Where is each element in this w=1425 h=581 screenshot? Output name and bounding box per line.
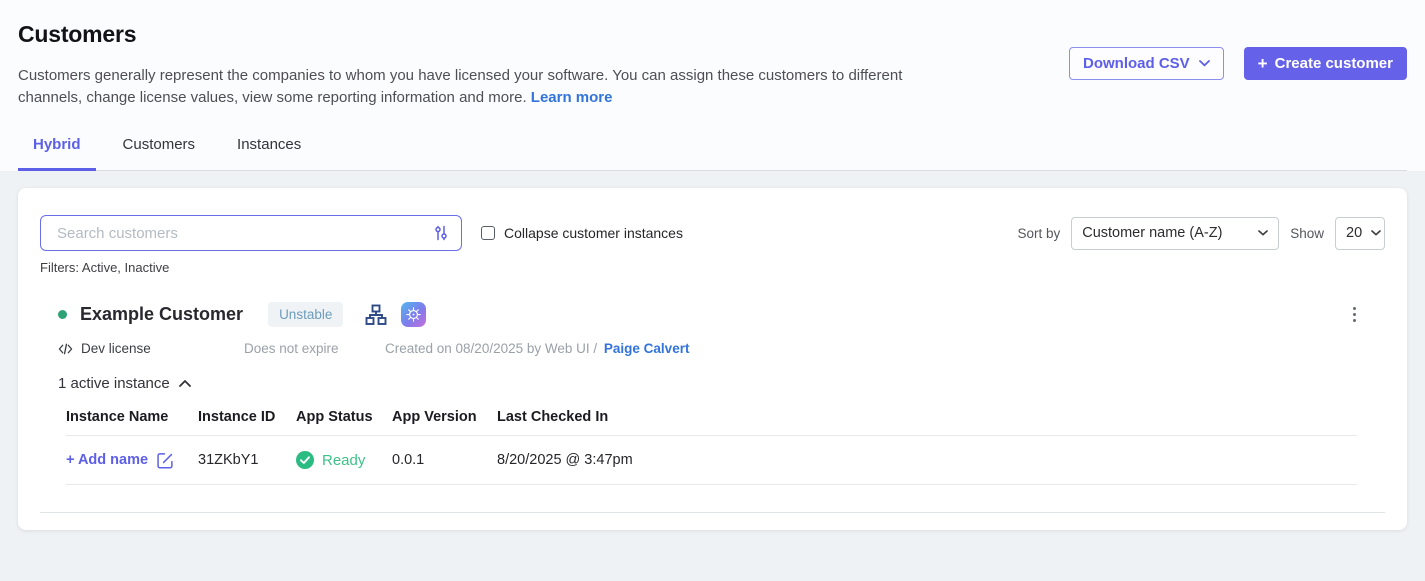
app-status-cell: Ready: [296, 451, 392, 469]
license-type: Dev license: [58, 341, 244, 356]
created-text: Created on 08/20/2025 by Web UI /: [385, 341, 597, 356]
customer-block: Example Customer Unstable: [58, 302, 1385, 485]
search-wrap: [40, 215, 462, 251]
search-input[interactable]: [40, 215, 462, 251]
page-title: Customers: [18, 0, 1407, 48]
instance-id-cell: 31ZKbY1: [198, 452, 296, 468]
filters-note: Filters: Active, Inactive: [40, 260, 1385, 275]
tab-customers[interactable]: Customers: [108, 136, 211, 171]
show-select-value: 20: [1346, 225, 1362, 241]
create-customer-button[interactable]: + Create customer: [1244, 47, 1407, 80]
kubernetes-icon: [401, 302, 426, 327]
edit-pencil-icon[interactable]: [157, 452, 174, 469]
created-info: Created on 08/20/2025 by Web UI / Paige …: [385, 341, 689, 356]
toolbar-right: Sort by Customer name (A-Z) Show 20: [1017, 217, 1385, 250]
tab-instances[interactable]: Instances: [222, 136, 316, 171]
instances-summary-toggle[interactable]: 1 active instance: [58, 375, 1385, 392]
col-app-status: App Status: [296, 409, 392, 425]
create-customer-label: Create customer: [1275, 55, 1393, 72]
chevron-down-icon: [1371, 230, 1381, 236]
table-row: + Add name 31ZKbY1: [66, 436, 1357, 485]
chevron-up-icon: [179, 380, 191, 387]
learn-more-link[interactable]: Learn more: [531, 89, 613, 106]
customer-block-divider: [40, 512, 1385, 513]
instances-summary-label: 1 active instance: [58, 375, 170, 392]
instances-table: Instance Name Instance ID App Status App…: [66, 409, 1357, 485]
app-status-label: Ready: [322, 452, 365, 469]
check-circle-icon: [296, 451, 314, 469]
download-csv-button[interactable]: Download CSV: [1069, 47, 1224, 80]
created-by-link[interactable]: Paige Calvert: [604, 341, 690, 356]
download-csv-label: Download CSV: [1083, 55, 1190, 72]
collapse-checkbox-group: Collapse customer instances: [481, 225, 683, 241]
customer-meta: Dev license Does not expire Created on 0…: [58, 341, 1385, 356]
show-label: Show: [1290, 226, 1324, 241]
sort-by-label: Sort by: [1017, 226, 1060, 241]
col-last-checked-in: Last Checked In: [497, 409, 1357, 425]
col-instance-name: Instance Name: [66, 409, 198, 425]
collapse-checkbox-label[interactable]: Collapse customer instances: [504, 225, 683, 241]
header-actions: Download CSV + Create customer: [1069, 47, 1407, 80]
sort-select-value: Customer name (A-Z): [1082, 225, 1222, 241]
sort-select[interactable]: Customer name (A-Z): [1071, 217, 1279, 250]
license-type-label: Dev license: [81, 341, 151, 356]
tab-bar: Hybrid Customers Instances: [18, 136, 1407, 171]
helm-chart-icon: [364, 303, 388, 327]
show-select[interactable]: 20: [1335, 217, 1385, 250]
last-checked-in-cell: 8/20/2025 @ 3:47pm: [497, 452, 1357, 468]
instance-name-cell: + Add name: [66, 452, 198, 469]
plus-icon: +: [1258, 55, 1268, 72]
col-app-version: App Version: [392, 409, 497, 425]
content-area: Collapse customer instances Sort by Cust…: [0, 171, 1425, 551]
chevron-down-icon: [1258, 230, 1268, 236]
customer-name[interactable]: Example Customer: [80, 304, 243, 325]
customer-header: Example Customer Unstable: [58, 302, 1385, 327]
col-instance-id: Instance ID: [198, 409, 296, 425]
tab-hybrid[interactable]: Hybrid: [18, 136, 96, 171]
instances-table-header: Instance Name Instance ID App Status App…: [66, 409, 1357, 436]
add-name-link[interactable]: + Add name: [66, 452, 148, 468]
license-expiry: Does not expire: [244, 341, 385, 356]
toolbar: Collapse customer instances Sort by Cust…: [40, 215, 1385, 251]
chevron-down-icon: [1199, 60, 1210, 67]
channel-badge: Unstable: [268, 302, 343, 327]
app-version-cell: 0.0.1: [392, 452, 497, 468]
active-status-dot-icon: [58, 310, 67, 319]
customers-card: Collapse customer instances Sort by Cust…: [18, 188, 1407, 530]
filter-sliders-icon[interactable]: [432, 224, 450, 247]
code-icon: [58, 343, 73, 355]
kebab-menu-icon[interactable]: [1349, 303, 1361, 327]
description-line-2: channels, change license values, view so…: [18, 87, 1407, 109]
page-header: Customers Customers generally represent …: [0, 0, 1425, 171]
collapse-checkbox[interactable]: [481, 226, 495, 240]
